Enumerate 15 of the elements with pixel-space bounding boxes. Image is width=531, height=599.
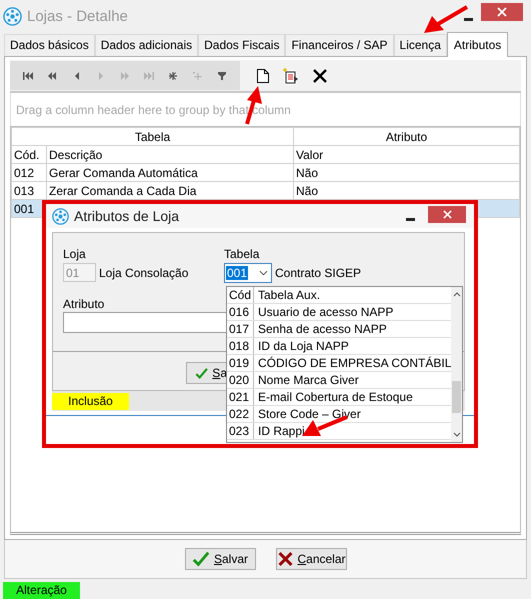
store-name: Loja Consolação	[99, 266, 188, 280]
column-header: Tabela Aux.	[257, 287, 320, 303]
table-cell: Não	[294, 164, 520, 182]
column-header: Cód	[227, 287, 254, 303]
table-name: Contrato SIGEP	[275, 266, 362, 280]
status-label: Alteração	[3, 582, 80, 599]
status-label: Inclusão	[52, 392, 129, 410]
group-by-hint: Drag a column header here to group by that column	[16, 102, 291, 116]
window-title: Lojas - Detalhe	[27, 8, 128, 24]
field-label: Atributo	[63, 297, 106, 311]
table-cell: Gerar Comanda Automática	[46, 164, 294, 182]
field-label: Tabela	[224, 247, 260, 261]
dialog-title: Atributos de Loja	[74, 208, 180, 224]
table-cell: 012	[12, 164, 46, 182]
field-label: Loja	[63, 247, 87, 261]
